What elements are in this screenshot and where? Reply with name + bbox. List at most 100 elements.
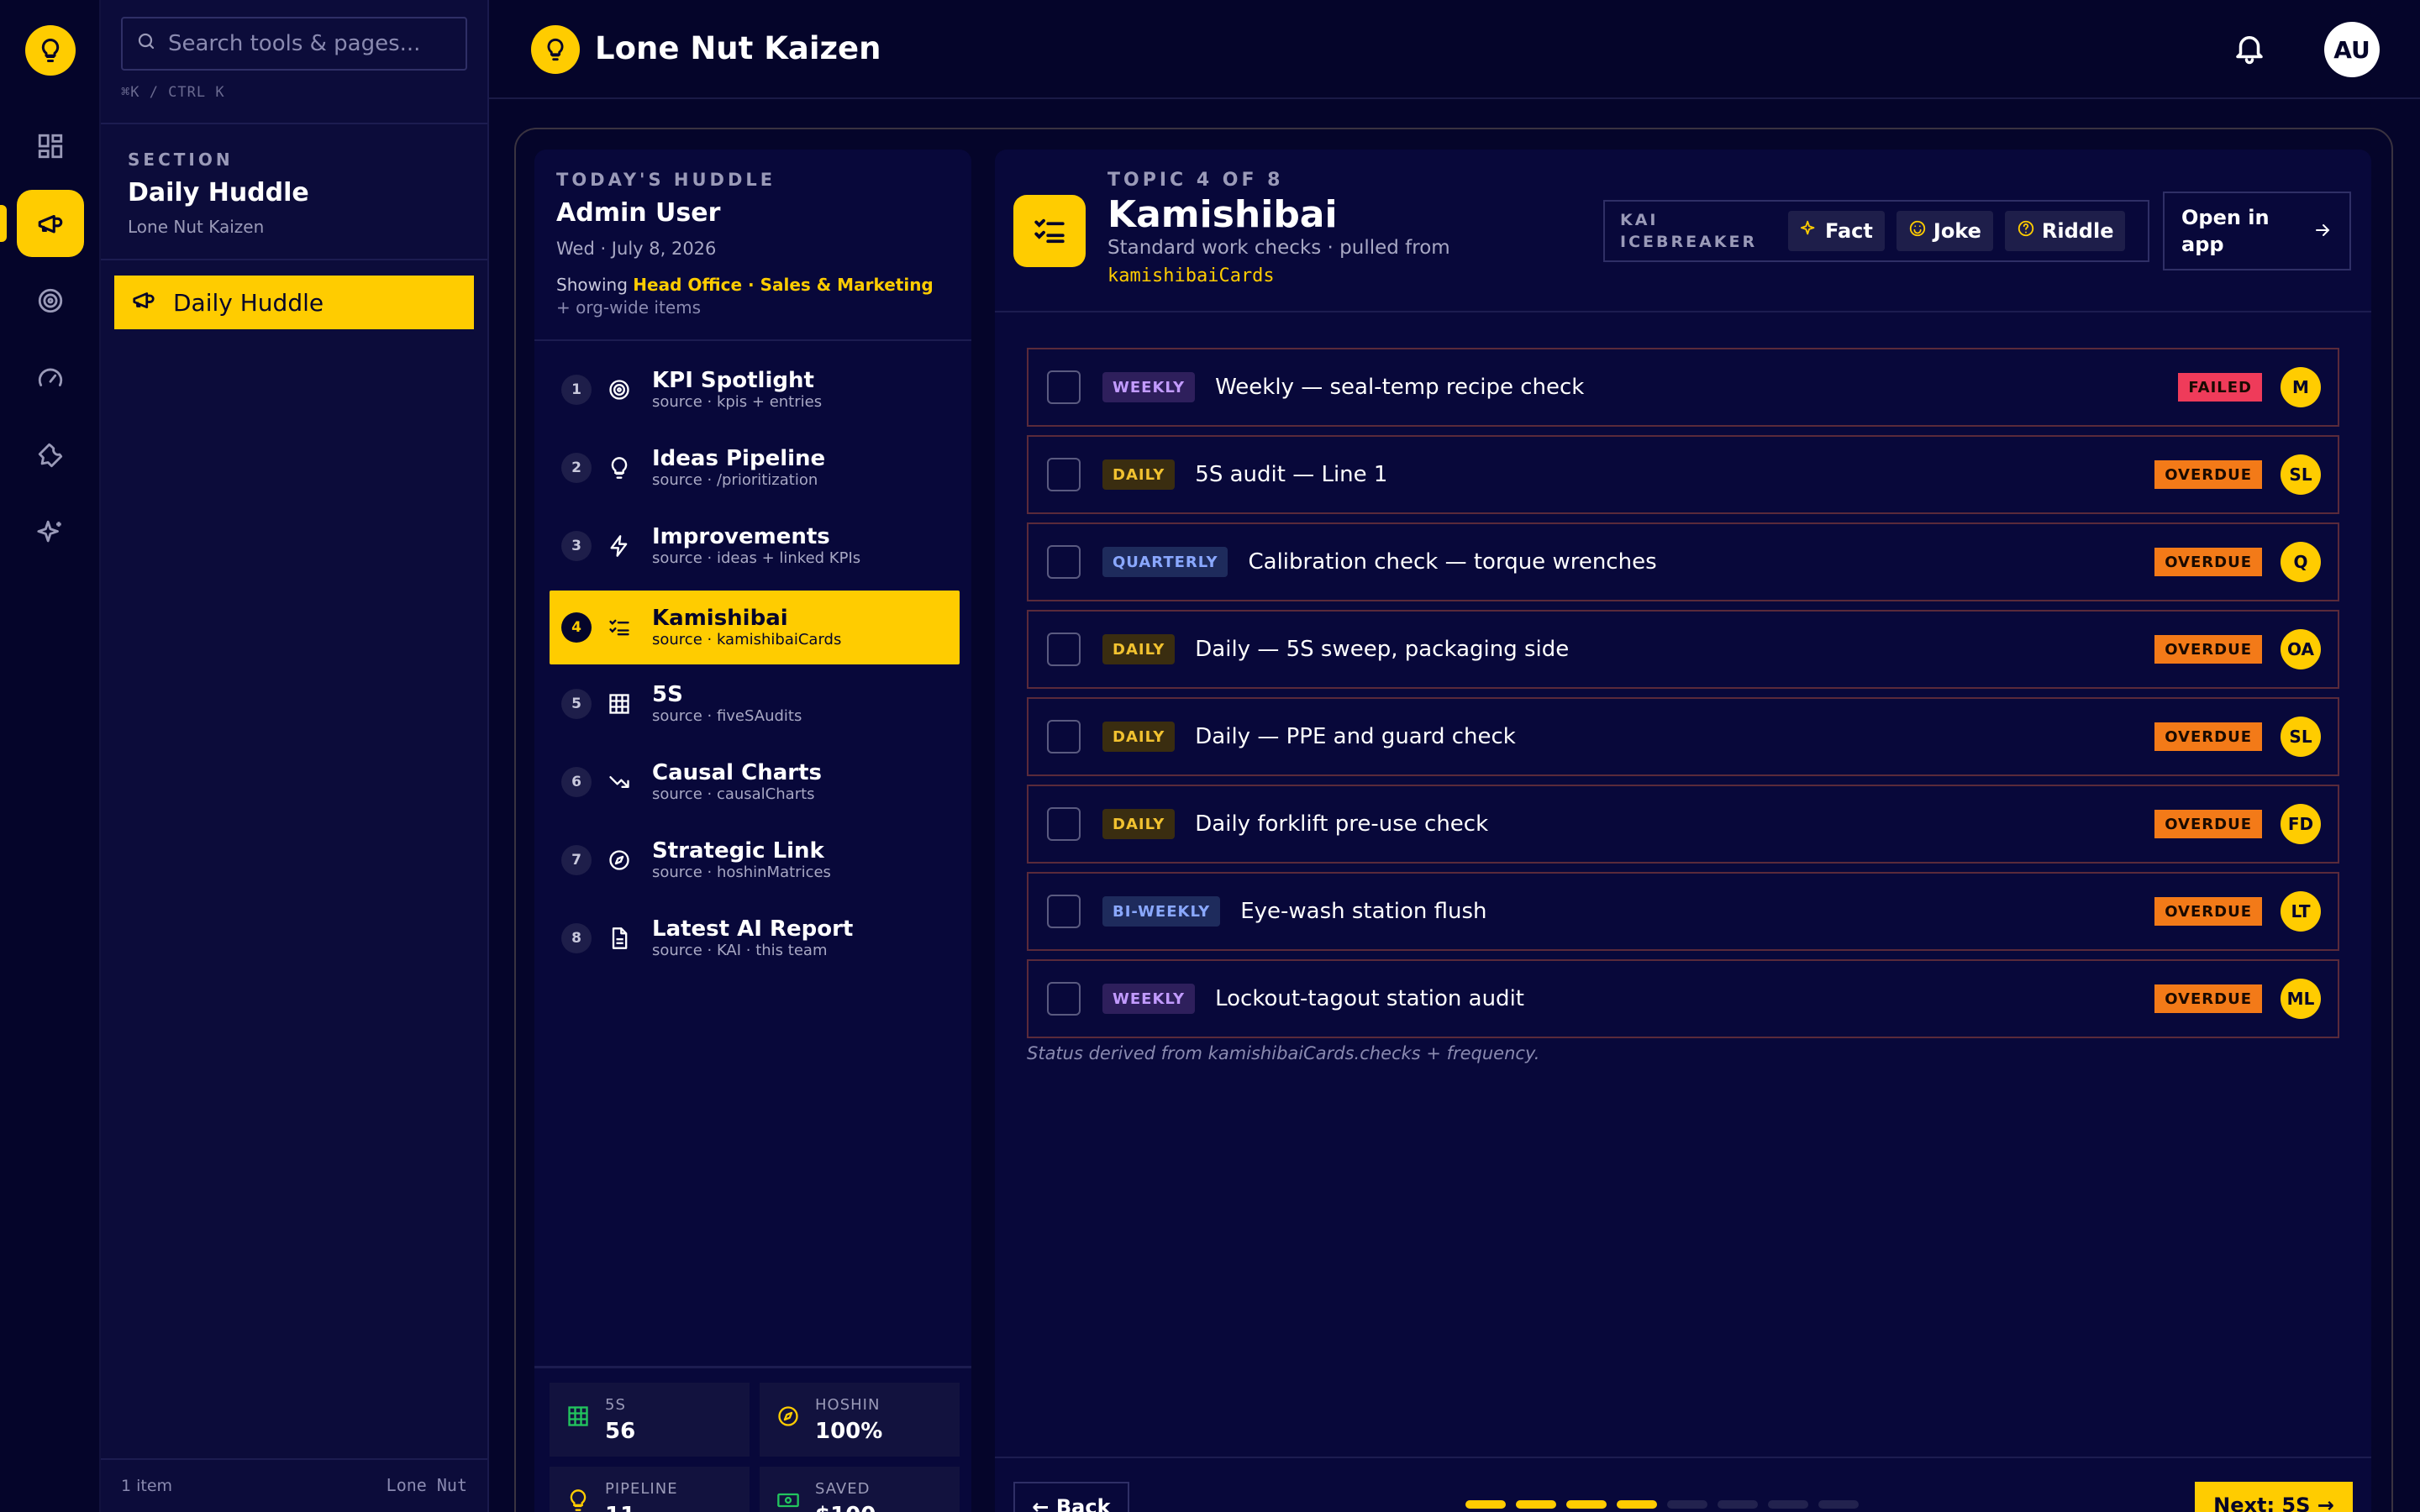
lightbulb-icon[interactable] [531,25,580,74]
kamishibai-card[interactable]: WEEKLY Weekly — seal-temp recipe check FAI… [1027,348,2339,427]
bell-icon[interactable] [2232,30,2267,69]
huddle-user: Admin User [556,198,721,228]
joke-button[interactable]: Joke [1896,211,1993,251]
stat-pipeline[interactable]: PIPELINE 11 [550,1467,750,1512]
sidebar-item-daily-huddle[interactable]: Daily Huddle [114,276,474,329]
topic-item-kpi-spotlight[interactable]: 1 KPI Spotlight source · kpis + entries [550,353,960,427]
card-checkbox[interactable] [1047,633,1081,666]
topic-item-ideas-pipeline[interactable]: 2 Ideas Pipeline source · /prioritization [550,431,960,505]
lightbulb-icon[interactable] [25,25,76,76]
wrench-icon[interactable] [17,422,84,489]
progress-dot[interactable] [1768,1500,1808,1509]
topic-title: Causal Charts [652,760,822,785]
open-in-app-button[interactable]: Open in app [2163,192,2351,270]
card-title: Daily — PPE and guard check [1195,724,1516,749]
question-icon [2017,219,2035,243]
assignee-avatar[interactable]: OA [2281,629,2321,669]
dashboard-icon[interactable] [17,113,84,180]
topic-source: source · causalCharts [652,785,815,803]
kamishibai-card[interactable]: WEEKLY Lockout-tagout station audit OVERDU… [1027,959,2339,1038]
stat-value: 100% [815,1419,883,1444]
divider [101,1458,487,1460]
kai-icebreaker: KAI ICEBREAKER Fact Joke Riddle [1603,200,2149,262]
document-icon [603,927,635,950]
topic-item-causal-charts[interactable]: 6 Causal Charts source · causalCharts [550,745,960,819]
search-input[interactable]: Search tools & pages... [121,17,467,71]
sidebar-footer-brand: Lone Nut [386,1475,467,1495]
target-icon[interactable] [17,267,84,334]
riddle-label: Riddle [2041,219,2114,243]
topic-item-strategic-link[interactable]: 7 Strategic Link source · hoshinMatrices [550,823,960,897]
card-checkbox[interactable] [1047,895,1081,928]
assignee-avatar[interactable]: Q [2281,542,2321,582]
topic-number: 2 [561,453,592,483]
target-icon [603,378,635,402]
back-button[interactable]: ← Back [1013,1482,1129,1512]
topic-source-link[interactable]: kamishibaiCards [1107,265,1275,286]
kamishibai-card[interactable]: QUARTERLY Calibration check — torque wren… [1027,522,2339,601]
divider [534,339,971,341]
progress-dot[interactable] [1617,1500,1657,1509]
gauge-icon[interactable] [17,344,84,412]
topic-source: source · KAI · this team [652,942,828,959]
assignee-avatar[interactable]: SL [2281,454,2321,495]
frequency-badge: DAILY [1102,459,1176,490]
assignee-avatar[interactable]: ML [2281,979,2321,1019]
card-checkbox[interactable] [1047,370,1081,404]
kamishibai-card[interactable]: DAILY Daily — 5S sweep, packaging side OVE… [1027,610,2339,689]
huddle-scope: Showing Head Office · Sales & Marketing … [556,274,951,319]
card-checkbox[interactable] [1047,545,1081,579]
divider [995,1457,2371,1458]
topic-progress [1465,1500,1859,1509]
progress-dot[interactable] [1667,1500,1707,1509]
topic-item-5s[interactable]: 5 5S source · fiveSAudits [550,667,960,741]
card-title: 5S audit — Line 1 [1195,462,1388,487]
progress-dot[interactable] [1818,1500,1859,1509]
progress-dot[interactable] [1566,1500,1607,1509]
topic-title: 5S [652,682,683,707]
progress-dot[interactable] [1465,1500,1506,1509]
topic-number: 3 [561,531,592,561]
kamishibai-card[interactable]: DAILY 5S audit — Line 1 OVERDUE SL [1027,435,2339,514]
sparkles-icon[interactable] [17,499,84,566]
stat-5s[interactable]: 5S 56 [550,1383,750,1457]
section-sidebar: Search tools & pages... ⌘K / CTRL K SECT… [101,0,489,1512]
divider [995,311,2371,312]
megaphone-icon[interactable] [17,190,84,257]
kamishibai-card[interactable]: DAILY Daily forklift pre-use check OVERDUE… [1027,785,2339,864]
page-title: Kamishibai [1107,193,1338,236]
lightbulb-icon [566,1488,590,1512]
topic-source: source · fiveSAudits [652,707,802,725]
card-checkbox[interactable] [1047,720,1081,753]
scope-plus: + [556,297,571,318]
topic-item-latest-ai-report[interactable]: 8 Latest AI Report source · KAI · this te… [550,901,960,975]
checklist-icon [1013,195,1086,267]
assignee-avatar[interactable]: M [2281,367,2321,407]
open-in-app-label: Open in app [2181,206,2270,256]
cash-icon [776,1488,800,1512]
kamishibai-card[interactable]: BI-WEEKLY Eye-wash station flush OVERDUE LT [1027,872,2339,951]
riddle-button[interactable]: Riddle [2004,211,2126,251]
card-checkbox[interactable] [1047,982,1081,1016]
search-shortcut-hint: ⌘K / CTRL K [121,84,225,101]
top-bar: Lone Nut Kaizen AU [489,0,2420,99]
frequency-badge: DAILY [1102,634,1176,664]
stat-hoshin[interactable]: HOSHIN 100% [760,1383,960,1457]
card-checkbox[interactable] [1047,458,1081,491]
section-subtitle: Lone Nut Kaizen [128,217,265,237]
card-title: Calibration check — torque wrenches [1248,549,1657,575]
assignee-avatar[interactable]: SL [2281,717,2321,757]
status-badge: OVERDUE [2154,897,2262,926]
assignee-avatar[interactable]: FD [2281,804,2321,844]
progress-dot[interactable] [1516,1500,1556,1509]
topic-item-improvements[interactable]: 3 Improvements source · ideas + linked KP… [550,509,960,583]
card-checkbox[interactable] [1047,807,1081,841]
assignee-avatar[interactable]: LT [2281,891,2321,932]
fact-button[interactable]: Fact [1788,211,1885,251]
next-button[interactable]: Next: 5S → [2195,1482,2353,1512]
progress-dot[interactable] [1718,1500,1758,1509]
kamishibai-card[interactable]: DAILY Daily — PPE and guard check OVERDUE S… [1027,697,2339,776]
avatar[interactable]: AU [2324,22,2380,77]
topic-item-kamishibai[interactable]: 4 Kamishibai source · kamishibaiCards [550,591,960,664]
stat-saved[interactable]: SAVED $100 [760,1467,960,1512]
